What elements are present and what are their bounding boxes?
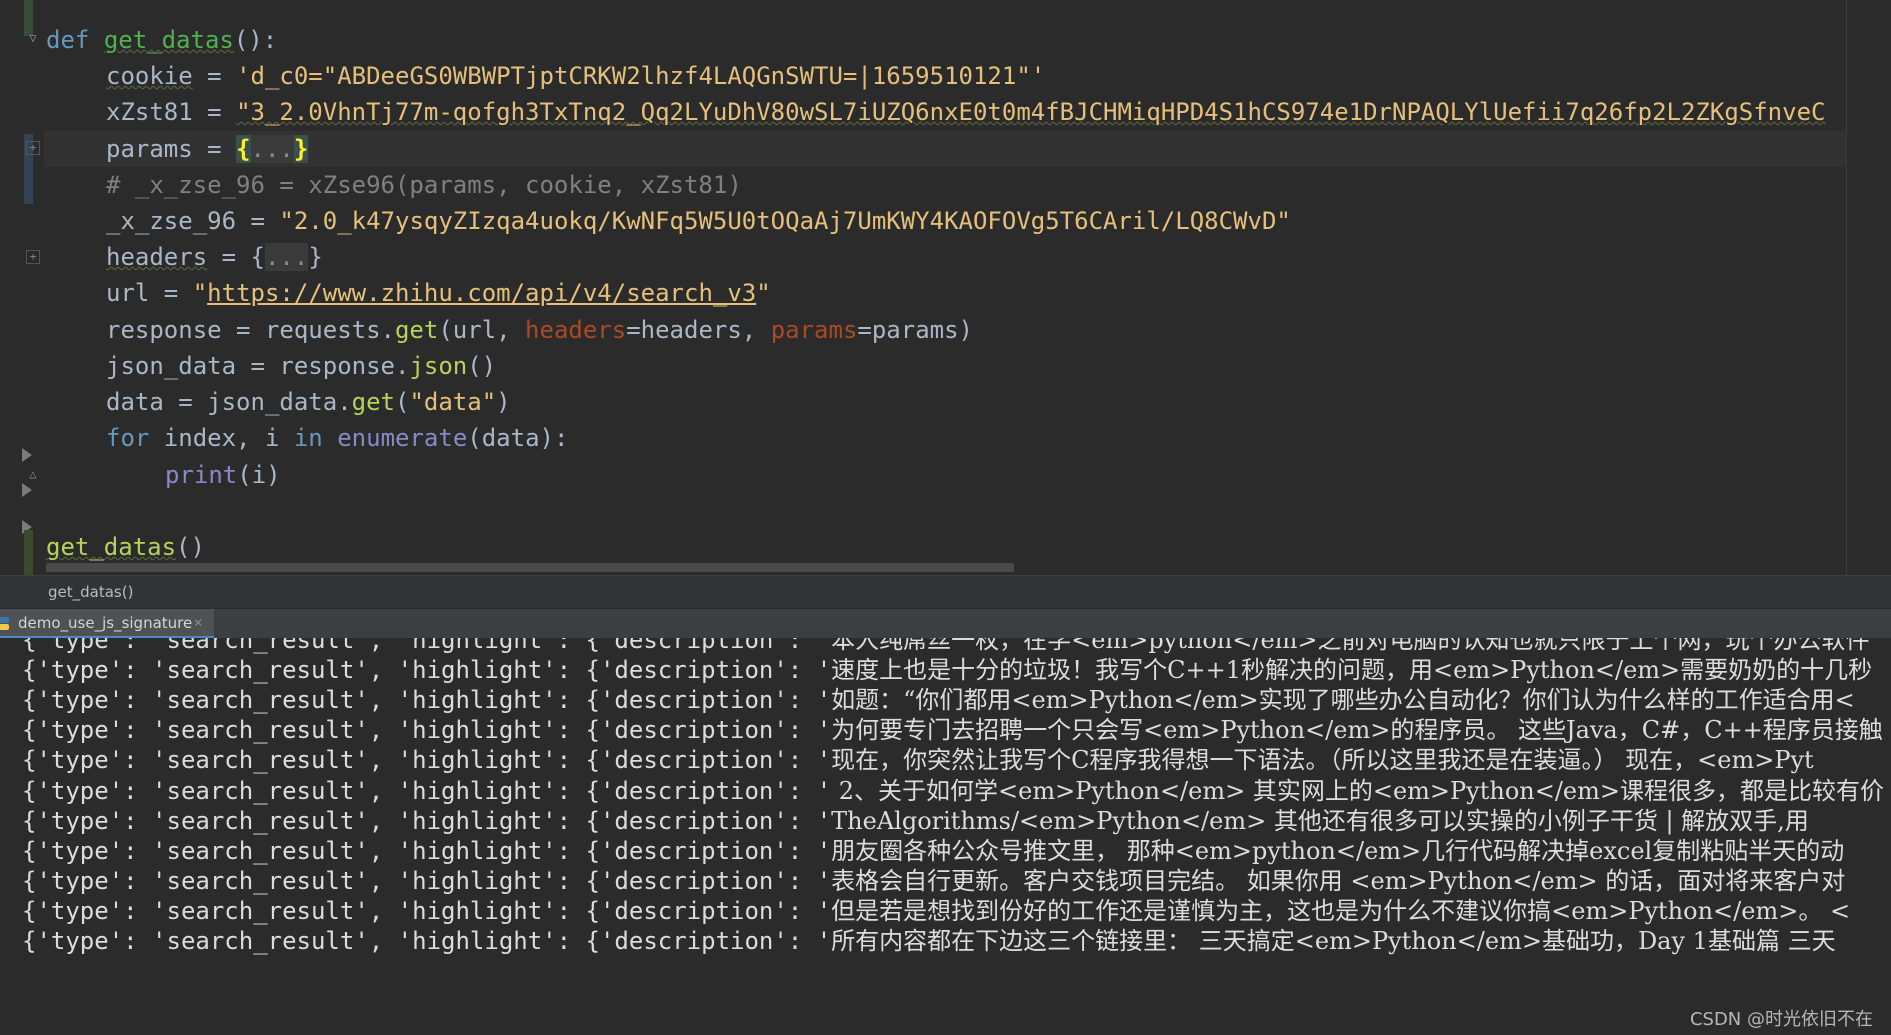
run-tool-window-tabs: demo_use_js_signature × — [0, 608, 1891, 640]
breadcrumb-item[interactable]: get_datas() — [48, 576, 133, 609]
console-line-description: 现在，你突然让我写个C程序我得想一下语法。（所以这里我还是在装逼。） 现在，<e… — [831, 746, 1814, 775]
folded-region[interactable]: ... — [264, 243, 309, 271]
code-editor[interactable]: ▽ + + △ def get_datas(): cookie = 'd_c0=… — [0, 0, 1891, 575]
code-line-10[interactable]: json_data = response.json() — [106, 348, 496, 384]
function-name: get_datas — [103, 26, 234, 54]
fold-expand-icon[interactable]: + — [26, 141, 40, 155]
current-line-highlight — [44, 131, 1846, 167]
code-line-12[interactable]: for index, i in enumerate(data): — [106, 420, 568, 456]
breadcrumb[interactable]: get_datas() — [0, 575, 1891, 609]
code-line-1[interactable]: def get_datas(): — [46, 22, 277, 58]
code-line-5[interactable]: # _x_zse_96 = xZse96(params, cookie, xZs… — [106, 167, 742, 203]
run-gutter-icon[interactable] — [22, 448, 32, 462]
console-line-prefix: {'type': 'search_result', 'highlight': {… — [22, 866, 832, 895]
code-line-2[interactable]: cookie = 'd_c0="ABDeeGS0WBWPTjptCRKW2lhz… — [106, 58, 1045, 94]
console-line-prefix: {'type': 'search_result', 'highlight': {… — [22, 686, 832, 715]
run-tab[interactable]: demo_use_js_signature × — [0, 609, 214, 639]
console-line-prefix: {'type': 'search_result', 'highlight': {… — [22, 927, 832, 955]
console-line-prefix: {'type': 'search_result', 'highlight': {… — [22, 716, 832, 745]
right-margin-guide — [1846, 0, 1847, 575]
console-line-description: 速度上也是十分的垃圾！我写个C++1秒解决的问题，用<em>Python</em… — [831, 656, 1873, 685]
console-line-description: 2、关于如何学<em>Python</em> 其实网上的<em>Python</… — [831, 776, 1885, 805]
run-tab-label: demo_use_js_signature — [18, 614, 193, 632]
console-line-prefix: {'type': 'search_result', 'highlight': {… — [22, 656, 832, 685]
console-line-prefix: {'type': 'search_result', 'highlight': {… — [22, 806, 832, 835]
console-line-description: 如题：“你们都用<em>Python</em>实现了哪些办公自动化？你们认为什么… — [831, 686, 1855, 715]
close-icon[interactable]: × — [194, 609, 202, 637]
fold-end-icon[interactable]: △ — [26, 467, 40, 481]
vcs-change-marker — [24, 530, 33, 575]
code-line-9[interactable]: response = requests.get(url, headers=hea… — [106, 312, 973, 348]
console-line-description: TheAlgorithms/<em>Python</em> 其他还有很多可以实操… — [831, 806, 1809, 835]
code-line-3[interactable]: xZst81 = "3_2.0VhnTj77m-qofgh3TxTnq2_Qq2… — [106, 94, 1825, 130]
code-line-8[interactable]: url = "https://www.zhihu.com/api/v4/sear… — [106, 275, 771, 311]
run-console-output[interactable]: {'type': 'search_result', 'highlight': {… — [0, 638, 1891, 1035]
folded-region[interactable]: ... — [250, 135, 294, 163]
keyword-def: def — [46, 26, 90, 54]
url-link[interactable]: https://www.zhihu.com/api/v4/search_v3 — [207, 279, 756, 307]
console-line-description: 为何要专门去招聘一个只会写<em>Python</em>的程序员。 这些Java… — [831, 716, 1883, 745]
code-line-6[interactable]: _x_zse_96 = "2.0_k47ysqyZIzqa4uokq/KwNFq… — [106, 203, 1291, 239]
editor-gutter: ▽ + + △ — [0, 0, 44, 575]
code-line-15[interactable]: get_datas() — [46, 529, 205, 565]
console-line-prefix: {'type': 'search_result', 'highlight': {… — [22, 836, 832, 865]
console-line-description: 但是若是想找到份好的工作还是谨慎为主，这也是为什么不建议你搞<em>Python… — [831, 896, 1851, 925]
code-line-4[interactable]: params = {...} — [106, 131, 309, 167]
console-line-prefix: {'type': 'search_result', 'highlight': {… — [22, 896, 832, 925]
console-output-line: {'type': 'search_result', 'highlight': {… — [22, 923, 1836, 959]
fold-arrow-icon[interactable]: ▽ — [26, 31, 40, 45]
fold-expand-icon[interactable]: + — [26, 250, 40, 264]
console-line-description: 表格会自行更新。客户交钱项目完结。 如果你用 <em>Python</em> 的… — [831, 866, 1846, 895]
code-line-7[interactable]: headers = {...} — [106, 239, 323, 275]
console-line-description: 朋友圈各种公众号推文里， 那种<em>python</em>几行代码解决掉exc… — [831, 836, 1845, 865]
console-line-prefix: {'type': 'search_result', 'highlight': {… — [22, 746, 832, 775]
watermark: CSDN @时光依旧不在 — [1689, 1009, 1873, 1030]
code-line-13[interactable]: print(i) — [165, 457, 281, 493]
run-gutter-icon[interactable] — [22, 483, 32, 497]
console-line-prefix: {'type': 'search_result', 'highlight': {… — [22, 776, 832, 805]
python-icon — [0, 617, 9, 630]
code-line-11[interactable]: data = json_data.get("data") — [106, 384, 511, 420]
console-line-description: 所有内容都在下边这三个链接里： 三天搞定<em>Python</em>基础功，D… — [831, 927, 1836, 955]
horizontal-scrollbar[interactable] — [46, 563, 1014, 572]
